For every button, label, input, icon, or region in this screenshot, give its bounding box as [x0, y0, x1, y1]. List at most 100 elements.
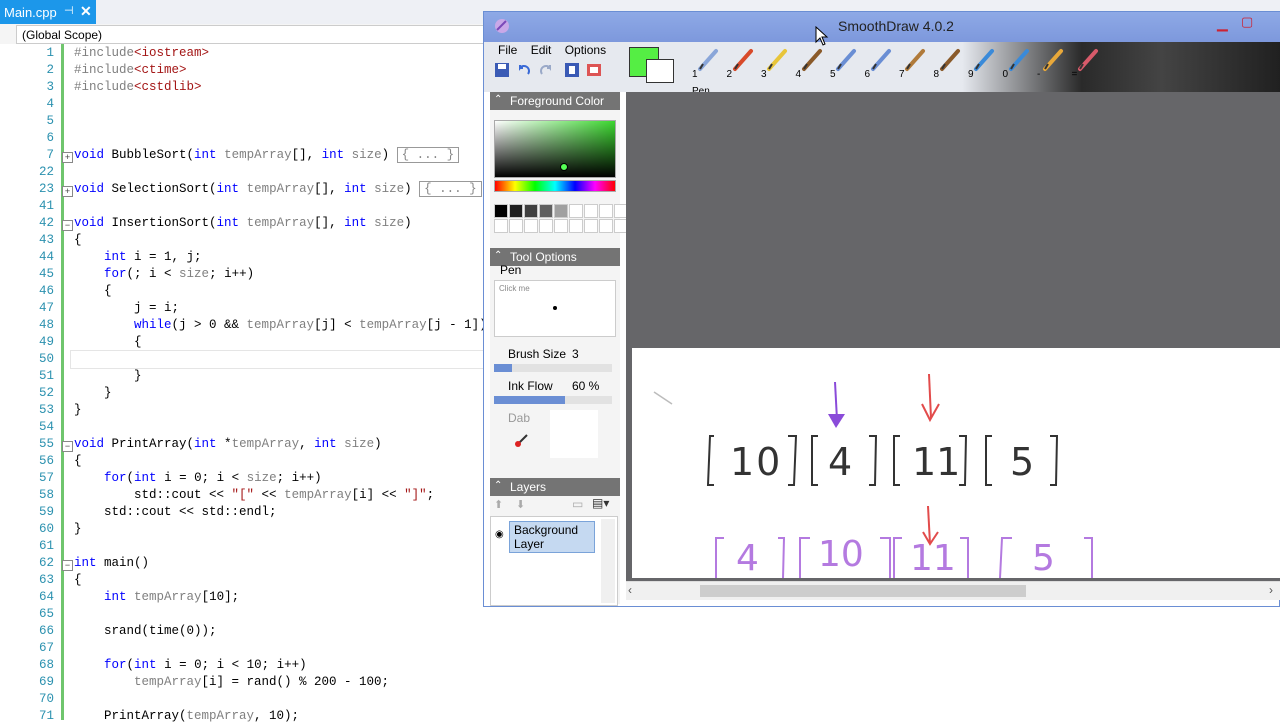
fold-toggle-icon[interactable]: − — [62, 441, 73, 452]
color-swatch[interactable] — [569, 219, 583, 233]
brush-preview[interactable]: Click me — [494, 280, 616, 337]
brush-size-slider[interactable] — [494, 364, 612, 372]
code-line[interactable]: } — [74, 386, 112, 400]
save-icon[interactable] — [494, 62, 510, 78]
color-swatch[interactable] — [524, 219, 538, 233]
color-swatch[interactable] — [524, 204, 538, 218]
code-line[interactable]: PrintArray(tempArray, 10); — [74, 709, 299, 723]
tool-paintbrush-icon[interactable]: 7 — [899, 47, 929, 83]
code-line[interactable]: std::cout << "[" << tempArray[i] << "]"; — [74, 488, 434, 502]
code-line[interactable]: while(j > 0 && tempArray[j] < tempArray[… — [74, 318, 487, 332]
layer-scrollbar[interactable] — [601, 519, 615, 603]
dab-brush-icon[interactable] — [514, 430, 532, 448]
hue-slider[interactable] — [494, 180, 616, 192]
color-swatch[interactable] — [584, 219, 598, 233]
code-line[interactable]: int main() — [74, 556, 149, 570]
code-line[interactable]: j = i; — [74, 301, 179, 315]
title-bar[interactable]: SmoothDraw 4.0.2 ▁ ▢ — [484, 12, 1280, 42]
tool-water-icon[interactable]: 0 — [1003, 47, 1033, 83]
code-line[interactable]: int i = 1, j; — [74, 250, 202, 264]
code-line[interactable]: void BubbleSort(int tempArray[], int siz… — [74, 147, 460, 163]
code-line[interactable]: } — [74, 403, 82, 417]
code-line[interactable]: { — [74, 573, 82, 587]
color-swatch[interactable] — [494, 219, 508, 233]
code-line[interactable]: for(int i = 0; i < size; i++) — [74, 471, 322, 485]
drawing-canvas[interactable]: 10 4 11 5 4 10 11 5 — [632, 348, 1280, 579]
tool-hand-icon[interactable]: - — [1037, 47, 1067, 83]
color-swatch[interactable] — [509, 219, 523, 233]
code-line[interactable]: void PrintArray(int *tempArray, int size… — [74, 437, 382, 451]
color-swatch[interactable] — [539, 204, 553, 218]
fold-toggle-icon[interactable]: − — [62, 220, 73, 231]
pin-icon[interactable]: ⊣ — [64, 4, 74, 17]
code-line[interactable]: { — [74, 233, 82, 247]
foreground-color-header[interactable]: ⌃ Foreground Color — [490, 92, 620, 110]
color-swatch[interactable] — [584, 204, 598, 218]
code-line[interactable]: tempArray[i] = rand() % 200 - 100; — [74, 675, 389, 689]
code-line[interactable]: #include<cstdlib> — [74, 80, 202, 94]
tool-pen-icon[interactable]: 1 — [692, 47, 722, 83]
new-layer-icon[interactable] — [564, 62, 580, 78]
menu-options[interactable]: Options — [565, 43, 606, 57]
color-swatch[interactable] — [599, 204, 613, 218]
fold-toggle-icon[interactable]: − — [62, 560, 73, 571]
layer-up-icon[interactable]: ⬆ — [494, 498, 503, 511]
tool-star-brush-icon[interactable]: 9 — [968, 47, 998, 83]
tool-pencil-icon[interactable]: 2 — [727, 47, 757, 83]
undo-icon[interactable] — [516, 62, 532, 78]
scroll-left-icon[interactable]: ‹ — [628, 583, 632, 597]
maximize-icon[interactable]: ▢ — [1241, 14, 1257, 30]
horizontal-scrollbar[interactable]: ‹ › — [626, 581, 1280, 600]
layer-down-icon[interactable]: ⬇ — [516, 498, 525, 511]
ink-flow-slider[interactable] — [494, 396, 612, 404]
menu-edit[interactable]: Edit — [531, 43, 552, 57]
color-swatch[interactable] — [539, 219, 553, 233]
collapse-icon[interactable]: ⌃ — [494, 94, 502, 105]
code-line[interactable]: for(; i < size; i++) — [74, 267, 254, 281]
code-line[interactable]: std::cout << std::endl; — [74, 505, 277, 519]
layer-item-background[interactable]: Background Layer — [509, 521, 595, 553]
code-line[interactable]: } — [74, 369, 142, 383]
color-swatch[interactable] — [599, 219, 613, 233]
fold-toggle-icon[interactable]: + — [62, 186, 73, 197]
collapse-icon[interactable]: ⌃ — [494, 250, 502, 261]
fold-toggle-icon[interactable]: + — [62, 152, 73, 163]
color-swatch[interactable] — [494, 204, 508, 218]
color-swatch[interactable] — [554, 219, 568, 233]
minimize-icon[interactable]: ▁ — [1217, 15, 1233, 31]
scrollbar-thumb[interactable] — [700, 585, 1026, 597]
code-line[interactable]: { — [74, 454, 82, 468]
layers-header[interactable]: ⌃ Layers — [490, 478, 620, 496]
code-line[interactable]: } — [74, 522, 82, 536]
code-line[interactable]: void InsertionSort(int tempArray[], int … — [74, 216, 412, 230]
code-line[interactable]: int tempArray[10]; — [74, 590, 239, 604]
layer-menu-icon[interactable]: ▤▾ — [592, 496, 609, 510]
tool-airbrush-icon[interactable]: 5 — [830, 47, 860, 83]
tool-brush-icon[interactable]: 4 — [796, 47, 826, 83]
color-picker-marker[interactable] — [560, 163, 568, 171]
scope-dropdown[interactable]: (Global Scope) — [16, 25, 488, 44]
code-line[interactable]: void SelectionSort(int tempArray[], int … — [74, 181, 482, 197]
color-swatch[interactable] — [569, 204, 583, 218]
tool-airbrush-2-icon[interactable]: 6 — [865, 47, 895, 83]
menu-file[interactable]: File — [498, 43, 517, 57]
eye-icon[interactable]: ◉ — [495, 529, 504, 540]
tool-highlighter-icon[interactable]: 3 — [761, 47, 791, 83]
tool-brush-2-icon[interactable]: 8 — [934, 47, 964, 83]
code-line[interactable]: { — [74, 284, 112, 298]
tool-eraser-icon[interactable]: = — [1072, 47, 1102, 83]
scroll-right-icon[interactable]: › — [1269, 583, 1273, 597]
code-line[interactable]: #include<ctime> — [74, 63, 187, 77]
color-swatch[interactable] — [554, 204, 568, 218]
tab-main-cpp[interactable]: Main.cpp ⊣ ✕ — [0, 0, 96, 24]
collapse-icon[interactable]: ⌃ — [494, 480, 502, 491]
color-picker-gradient[interactable] — [494, 120, 616, 178]
color-swatch[interactable] — [509, 204, 523, 218]
layer-folder-icon[interactable]: ▭ — [572, 497, 583, 511]
close-tab-icon[interactable]: ✕ — [80, 3, 92, 20]
clear-icon[interactable] — [586, 62, 602, 78]
code-line[interactable]: #include<iostream> — [74, 46, 209, 60]
code-line[interactable]: srand(time(0)); — [74, 624, 217, 638]
code-line[interactable]: { — [74, 335, 142, 349]
canvas-area[interactable]: 10 4 11 5 4 10 11 5 — [626, 92, 1280, 587]
